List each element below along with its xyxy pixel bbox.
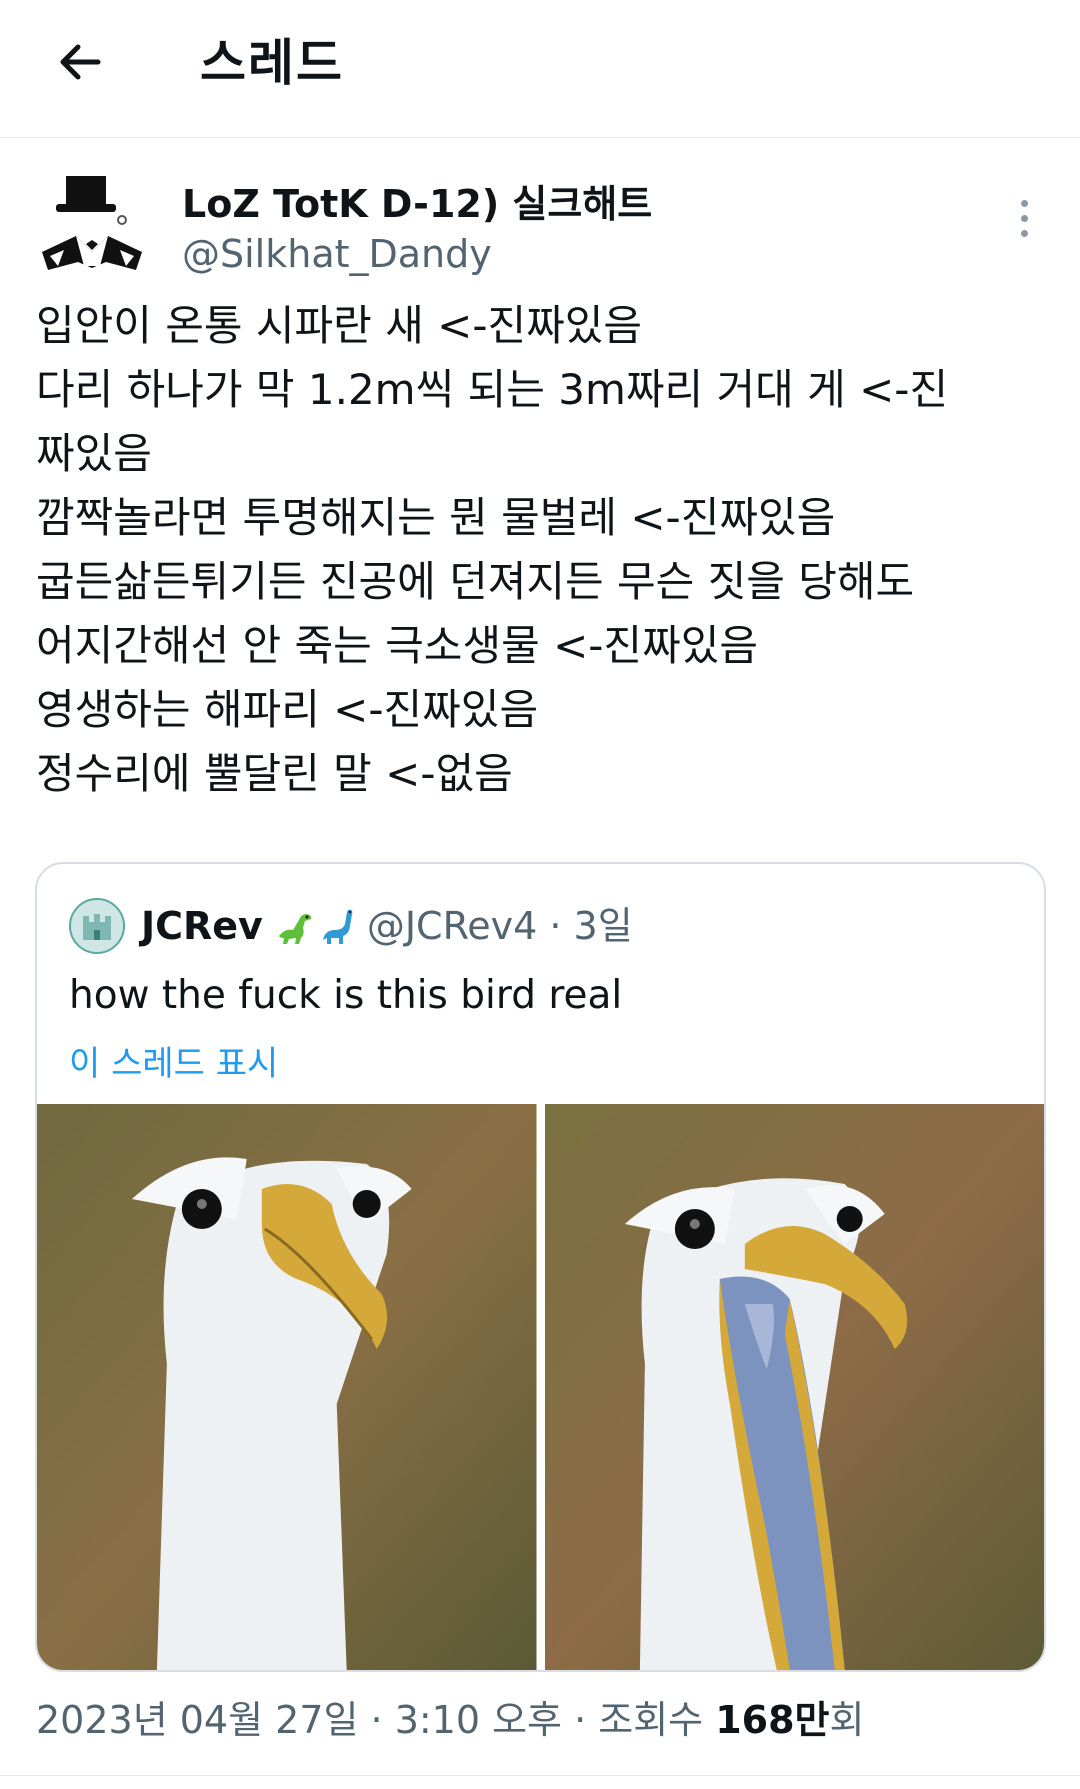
tweet-text: 입안이 온통 시파란 새 <-진짜있음 다리 하나가 막 1.2m씩 되는 3m… xyxy=(36,294,1056,806)
author-handle[interactable]: @Silkhat_Dandy xyxy=(182,230,492,278)
arrow-left-icon xyxy=(60,44,101,80)
tweet-meta: 2023년 04월 27일 · 3:10 오후 · 조회수 168만회 xyxy=(36,1692,865,1748)
quote-text: how the fuck is this bird real xyxy=(69,973,623,1018)
tweet-line: 어지간해선 안 죽는 극소생물 <-진짜있음 xyxy=(36,621,758,670)
dinosaur-icon xyxy=(275,906,357,946)
view-count: 168만 xyxy=(715,1698,830,1742)
tweet-timestamp[interactable]: 2023년 04월 27일 · 3:10 오후 · 조회수 xyxy=(36,1698,715,1742)
photo-albatross-closed-beak[interactable] xyxy=(37,1104,537,1670)
back-button[interactable] xyxy=(44,26,116,98)
castle-avatar-icon xyxy=(83,914,111,940)
more-options-button[interactable] xyxy=(1004,194,1044,242)
tweet-line: 영생하는 해파리 <-진짜있음 xyxy=(36,685,539,734)
tweet-line: 입안이 온통 시파란 새 <-진짜있음 xyxy=(36,301,643,350)
more-vertical-icon xyxy=(1020,199,1028,207)
avatar[interactable] xyxy=(36,170,148,282)
tweet-line: 굽든삶든튀기든 진공에 던져지든 무슨 짓을 당해도 xyxy=(36,557,915,606)
top-bar: 스레드 xyxy=(0,0,1080,138)
tweet-line: 짜있음 xyxy=(36,429,152,478)
photo-albatross-open-beak[interactable] xyxy=(544,1104,1044,1670)
show-thread-link[interactable]: 이 스레드 표시 xyxy=(69,1040,278,1088)
quoted-tweet-header: JCRev @JCRev4 · 3일 xyxy=(69,896,633,956)
quote-avatar[interactable] xyxy=(69,898,125,954)
view-count-suffix: 회 xyxy=(829,1698,865,1742)
divider xyxy=(0,1775,1080,1776)
quoted-tweet[interactable]: JCRev @JCRev4 · 3일 how the fuck is this … xyxy=(35,862,1046,1672)
tweet-author: LoZ TotK D-12) 실크해트 @Silkhat_Dandy xyxy=(36,170,1044,290)
author-display-name[interactable]: LoZ TotK D-12) 실크해트 xyxy=(182,180,652,228)
tweet-line: 다리 하나가 막 1.2m씩 되는 3m짜리 거대 게 <-진 xyxy=(36,365,949,414)
quote-author-name[interactable]: JCRev xyxy=(141,901,263,951)
quote-media xyxy=(37,1104,1044,1670)
tweet-line: 정수리에 뿔달린 말 <-없음 xyxy=(36,749,513,798)
page-title: 스레드 xyxy=(200,34,344,92)
quote-handle-time: @JCRev4 · 3일 xyxy=(366,904,633,948)
tweet-line: 깜짝놀라면 투명해지는 뭔 물벌레 <-진짜있음 xyxy=(36,493,836,542)
silkhat-avatar-icon xyxy=(36,170,148,282)
